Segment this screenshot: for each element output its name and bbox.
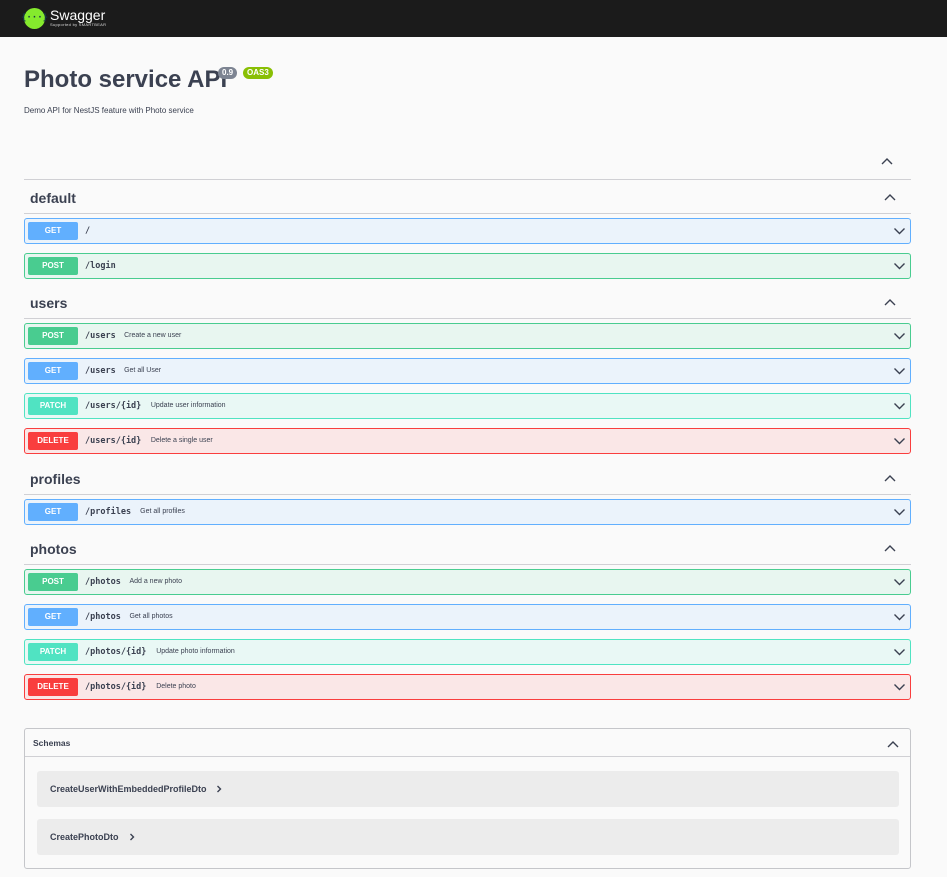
operation-row[interactable]: DELETE/users/{id} Delete a single user (24, 428, 911, 454)
model-name: CreateUserWithEmbeddedProfileDto (50, 784, 222, 795)
chevron-right-icon (129, 833, 135, 843)
operation-path: /login (85, 261, 116, 271)
tag-name: profiles (30, 471, 81, 487)
method-badge: GET (28, 362, 78, 380)
swagger-logo[interactable]: {···} Swagger Supported by SMARTBEAR (21, 6, 107, 30)
operation-summary: Update photo information (156, 648, 235, 655)
chevron-up-icon[interactable] (883, 191, 897, 203)
tag-section-header[interactable]: default (24, 180, 911, 214)
operation-summary: Delete photo (156, 683, 196, 690)
oas-badge: OAS3 (243, 67, 273, 79)
operation-row[interactable]: GET/users Get all User (24, 358, 911, 384)
chevron-down-icon[interactable] (893, 331, 906, 341)
chevron-up-icon[interactable] (886, 738, 900, 750)
api-description: Demo API for NestJS feature with Photo s… (24, 106, 194, 115)
operation-row[interactable]: GET / (24, 218, 911, 244)
tag-section-header[interactable]: users (24, 285, 911, 319)
method-badge: PATCH (28, 397, 78, 415)
method-badge: GET (28, 608, 78, 626)
operation-path: /users/{id} (85, 401, 142, 411)
operation-summary: Add a new photo (129, 578, 182, 585)
operation-path: /photos (85, 612, 121, 622)
operation-row[interactable]: DELETE/photos/{id} Delete photo (24, 674, 911, 700)
operation-row[interactable]: POST/users Create a new user (24, 323, 911, 349)
method-badge: DELETE (28, 678, 78, 696)
chevron-down-icon[interactable] (893, 682, 906, 692)
chevron-down-icon[interactable] (893, 577, 906, 587)
tag-name: users (30, 295, 68, 311)
tag-section-header[interactable]: photos (24, 531, 911, 565)
chevron-down-icon[interactable] (893, 401, 906, 411)
operation-summary: Get all profiles (140, 508, 185, 515)
chevron-down-icon[interactable] (893, 366, 906, 376)
api-title: Photo service API (24, 66, 228, 93)
method-badge: POST (28, 327, 78, 345)
operation-row[interactable]: GET/profiles Get all profiles (24, 499, 911, 525)
schemas-section: Schemas CreateUserWithEmbeddedProfileDto… (24, 728, 911, 869)
chevron-down-icon[interactable] (893, 226, 906, 236)
model-item[interactable]: CreateUserWithEmbeddedProfileDto (37, 771, 899, 807)
operation-path: /profiles (85, 507, 132, 517)
model-item[interactable]: CreatePhotoDto (37, 819, 899, 855)
version-badge: 0.9 (218, 67, 238, 79)
operation-path: / (85, 226, 91, 236)
operation-row[interactable]: GET/photos Get all photos (24, 604, 911, 630)
operation-summary: Get all User (124, 367, 162, 374)
operation-summary: Delete a single user (150, 437, 213, 444)
method-badge: GET (28, 222, 78, 240)
chevron-down-icon[interactable] (893, 507, 906, 517)
method-badge: POST (28, 257, 78, 275)
method-badge: GET (28, 503, 78, 521)
topbar: {···} Swagger Supported by SMARTBEAR (0, 0, 947, 37)
operation-row[interactable]: POST/photos Add a new photo (24, 569, 911, 595)
operation-path: /photos (85, 577, 121, 587)
operation-summary: Create a new user (124, 332, 182, 339)
operation-summary: Update user information (150, 402, 226, 409)
chevron-down-icon[interactable] (893, 647, 906, 657)
schemas-title: Schemas (33, 738, 71, 748)
method-badge: POST (28, 573, 78, 591)
operation-row[interactable]: PATCH/photos/{id} Update photo informatio… (24, 639, 911, 665)
chevron-up-icon[interactable] (883, 296, 897, 308)
model-name: CreatePhotoDto (50, 832, 135, 843)
schemas-header[interactable]: Schemas (25, 729, 910, 757)
logo-sub: Supported by SMARTBEAR (50, 22, 107, 27)
operation-path: /photos/{id} (85, 647, 147, 657)
operation-row[interactable]: POST/login (24, 253, 911, 279)
operation-path: /photos/{id} (85, 682, 147, 692)
chevron-up-icon[interactable] (883, 542, 897, 554)
chevron-right-icon (216, 785, 222, 795)
chevron-down-icon[interactable] (893, 612, 906, 622)
tag-name: default (30, 190, 76, 206)
swagger-logo-icon: {···} (21, 7, 48, 29)
logo-name: Swagger (50, 7, 106, 23)
operation-summary: Get all photos (129, 613, 173, 620)
chevron-down-icon[interactable] (893, 436, 906, 446)
chevron-down-icon[interactable] (893, 261, 906, 271)
tag-section-header[interactable]: profiles (24, 461, 911, 495)
operation-row[interactable]: PATCH/users/{id} Update user information (24, 393, 911, 419)
collapse-all-chevron-up-icon[interactable] (880, 155, 894, 167)
operation-path: /users (85, 331, 116, 341)
method-badge: DELETE (28, 432, 78, 450)
operation-path: /users (85, 366, 116, 376)
chevron-up-icon[interactable] (883, 472, 897, 484)
operation-path: /users/{id} (85, 436, 142, 446)
method-badge: PATCH (28, 643, 78, 661)
tag-name: photos (30, 541, 77, 557)
